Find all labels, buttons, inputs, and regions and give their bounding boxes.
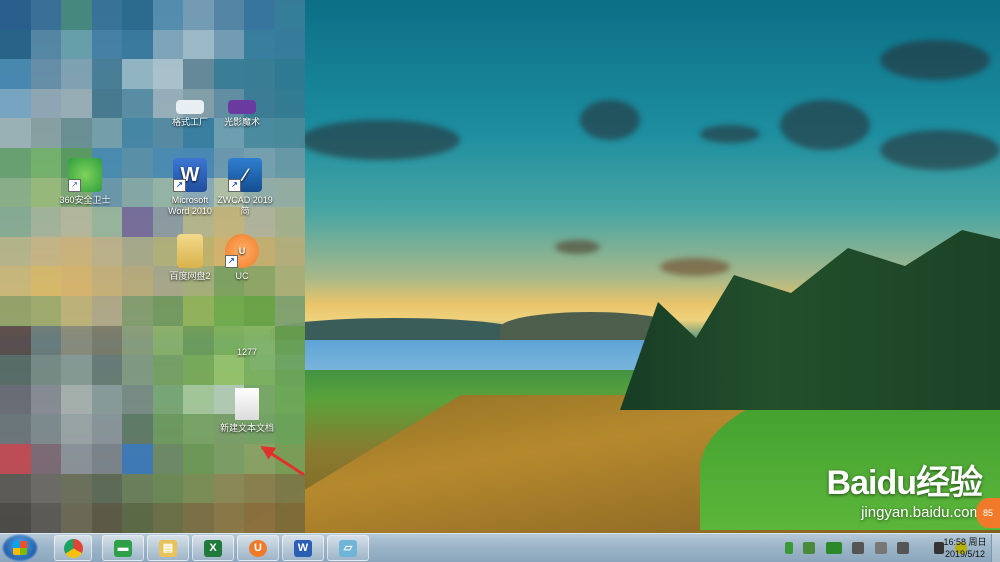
shortcut-arrow-icon: ↗: [225, 255, 238, 268]
folder-icon: [177, 234, 203, 268]
clock-time: 16:58 周日: [943, 537, 987, 547]
chrome-icon: [64, 539, 83, 558]
icon-label: 1277: [236, 347, 258, 357]
desktop-icon-baidu-netdisk[interactable]: 百度网盘2: [160, 234, 220, 282]
watermark-url: jingyan.baidu.com: [861, 504, 982, 521]
floating-badge[interactable]: 85: [976, 498, 1000, 528]
photo-magic-icon: [228, 100, 256, 114]
tree-line: [620, 230, 1000, 410]
taskbar-chrome[interactable]: [54, 535, 92, 561]
desktop-icon-uc-browser[interactable]: U ↗ UC: [212, 234, 272, 282]
icon-label: Microsoft Word 2010: [168, 195, 212, 216]
icon-label: 新建文本文档: [219, 423, 274, 433]
desktop-icon-zwcad[interactable]: ∕ ↗ ZWCAD 2019 简: [215, 158, 275, 217]
green-app-icon: ▬: [114, 540, 132, 557]
watermark-logo: Baidu经验: [826, 464, 983, 502]
uc-browser-icon: U ↗: [225, 234, 259, 268]
cloud: [300, 120, 460, 160]
desktop-icon-photo-magic[interactable]: 光影魔术: [212, 100, 272, 128]
desktop-icon-format-factory[interactable]: 格式工厂: [160, 100, 220, 128]
cloud: [700, 125, 760, 143]
cloud: [555, 240, 600, 254]
battery-icon[interactable]: [785, 541, 793, 554]
excel-icon: X: [204, 540, 222, 557]
uc-browser-icon: U: [249, 540, 267, 557]
desktop-icon-360-security[interactable]: ↗ 360安全卫士: [55, 158, 115, 206]
shortcut-arrow-icon: ↗: [173, 179, 186, 192]
folder-icon: ▤: [159, 540, 177, 557]
icon-label: UC: [235, 271, 249, 281]
desktop-wallpaper: ↗ 360安全卫士 W ↗ Microsoft Word 2010 ∕ ↗ ZWCA…: [0, 0, 1000, 533]
cloud: [880, 130, 1000, 170]
tray-spacer: [920, 542, 924, 554]
shield-plus-icon: ↗: [68, 158, 102, 192]
taskbar-item-explorer[interactable]: ▤: [147, 535, 189, 561]
text-document-icon: [235, 388, 259, 420]
generic-file-icon: [230, 310, 264, 344]
green-tray-icon[interactable]: [825, 541, 842, 554]
notepad-icon: ▱: [339, 540, 357, 557]
network-icon[interactable]: [897, 541, 910, 554]
tray-app-icon[interactable]: [852, 541, 865, 554]
word-icon: W: [294, 540, 312, 557]
start-button[interactable]: [2, 534, 38, 562]
icon-label: 360安全卫士: [59, 195, 111, 205]
windows-logo-icon: [13, 541, 27, 555]
icon-label: 光影魔术: [223, 117, 260, 127]
security-shield-icon[interactable]: [803, 541, 816, 554]
baidu-jingyan-watermark: Baidu经验 jingyan.baidu.com: [826, 455, 983, 521]
clock-date: 2019/5/12: [944, 549, 986, 559]
icon-label: ZWCAD 2019 简: [217, 195, 273, 216]
cloud: [660, 258, 730, 276]
taskbar-item-excel[interactable]: X: [192, 535, 234, 561]
cloud: [880, 40, 990, 80]
show-desktop-button[interactable]: [991, 534, 1000, 562]
format-factory-icon: [176, 100, 204, 114]
cloud: [580, 100, 640, 140]
cloud: [780, 100, 870, 150]
desktop-icon-1277[interactable]: 1277: [217, 310, 277, 358]
icon-label: 百度网盘2: [169, 271, 211, 281]
shortcut-arrow-icon: ↗: [228, 179, 241, 192]
word-icon: W ↗: [173, 158, 207, 192]
taskbar-item-word[interactable]: W: [282, 535, 324, 561]
taskbar-item-notepad[interactable]: ▱: [327, 535, 369, 561]
taskbar-item-uc-browser[interactable]: U: [237, 535, 279, 561]
desktop-icon-new-text-document[interactable]: 新建文本文档: [217, 388, 277, 434]
tray-app-icon[interactable]: [874, 541, 887, 554]
desktop-icon-word[interactable]: W ↗ Microsoft Word 2010: [160, 158, 220, 217]
shortcut-arrow-icon: ↗: [68, 179, 81, 192]
sea: [250, 340, 670, 370]
icon-label: 格式工厂: [171, 117, 208, 127]
zwcad-icon: ∕ ↗: [228, 158, 262, 192]
taskbar-item-green-app[interactable]: ▬: [102, 535, 144, 561]
taskbar: ▬ ▤ X U W ▱ 16:58 周日 2019/5/12: [0, 533, 1000, 562]
clock[interactable]: 16:58 周日 2019/5/12: [937, 536, 993, 560]
